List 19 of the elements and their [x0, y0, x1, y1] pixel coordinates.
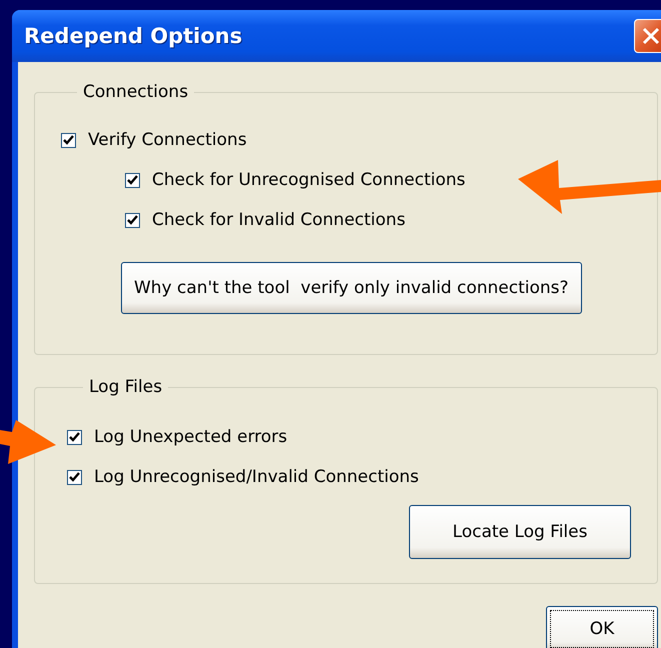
checkbox[interactable] [125, 212, 140, 228]
checkbox-label[interactable]: Log Unrecognised/Invalid Connections [94, 467, 419, 487]
ok-button[interactable]: OK [546, 606, 658, 648]
checkbox[interactable] [67, 430, 82, 444]
locate-button[interactable]: Locate Log Files [409, 505, 631, 559]
checkbox[interactable] [125, 172, 140, 188]
group-label: Connections [82, 82, 190, 102]
group-label: Log Files [88, 377, 164, 397]
checkbox-label[interactable]: Check for Invalid Connections [152, 210, 406, 230]
close-button[interactable] [634, 19, 661, 53]
help-button[interactable]: Why can't the tool verify only invalid connections? [121, 262, 582, 314]
window-title: Redepend Options [23, 24, 242, 48]
checkbox-label[interactable]: Log Unexpected errors [94, 427, 288, 447]
checkbox[interactable] [67, 470, 82, 484]
close-icon [641, 26, 661, 46]
annotation-arrow [0, 420, 56, 464]
checkbox[interactable] [61, 132, 76, 148]
checkbox-label[interactable]: Check for Unrecognised Connections [152, 170, 466, 190]
checkbox-label[interactable]: Verify Connections [88, 130, 247, 150]
